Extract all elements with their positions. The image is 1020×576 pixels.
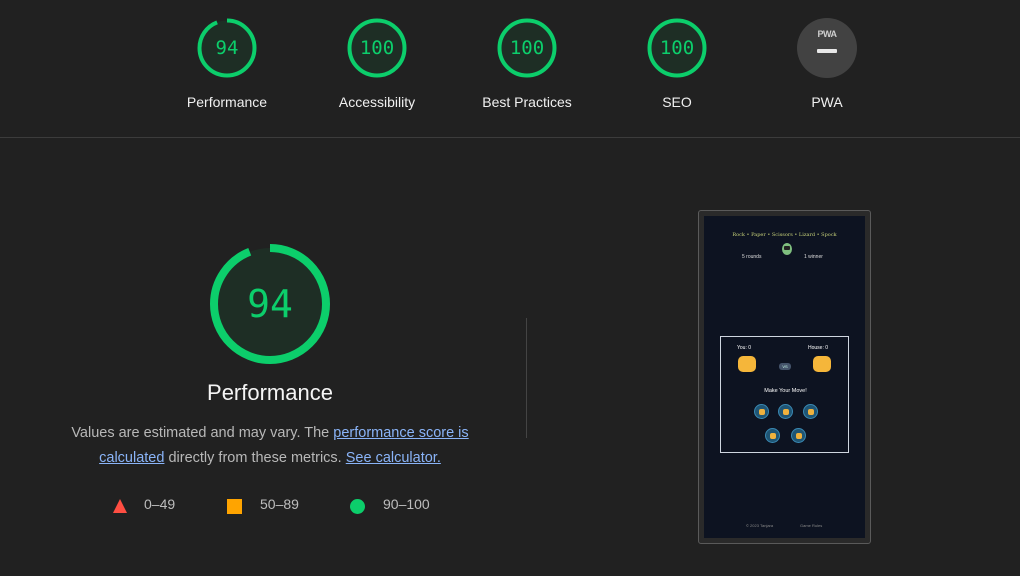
legend-range: 50–89	[260, 496, 299, 512]
scissors-icon	[803, 404, 818, 419]
lizard-icon	[765, 428, 780, 443]
desc-text: Values are estimated and may vary. The	[71, 425, 334, 441]
gauge-seo[interactable]: 100 SEO	[602, 18, 752, 110]
gauge-accessibility[interactable]: 100 Accessibility	[302, 18, 452, 110]
performance-gauge-large: 94	[209, 243, 331, 365]
gauge-label: Best Practices	[482, 94, 572, 110]
gauge-ring: 94	[197, 18, 257, 78]
score-summary-bar: 94 Performance 100 Accessibility 100 Bes…	[0, 0, 1020, 138]
gauge-ring: 100	[497, 18, 557, 78]
gauge-score: 94	[215, 37, 239, 59]
pwa-badge-icon: PWA	[797, 18, 857, 78]
thumb-winner: 1 winner	[804, 254, 823, 260]
gauge-ring: 100	[647, 18, 707, 78]
thumb-vs: VS	[779, 363, 791, 370]
thumb-you-score: You: 0	[737, 345, 751, 351]
gauge-ring: 100	[347, 18, 407, 78]
gauge-label: SEO	[662, 94, 692, 110]
divider	[526, 318, 527, 438]
gauge-label: PWA	[811, 94, 843, 110]
legend-range: 0–49	[144, 496, 176, 512]
triangle-icon	[113, 499, 127, 513]
fist-icon	[813, 356, 831, 372]
fist-icon	[738, 356, 756, 372]
gauge-label: Performance	[186, 94, 268, 110]
gauge-pwa[interactable]: PWA PWA	[752, 18, 902, 110]
avatar-icon	[782, 243, 792, 255]
thumb-rounds: 5 rounds	[742, 254, 762, 260]
gauge-label: Accessibility	[338, 94, 416, 110]
screenshot-image: Rock • Paper • Scissors • Lizard • Spock…	[704, 216, 865, 538]
desc-text: directly from these metrics.	[164, 450, 346, 466]
pwa-dash	[817, 49, 837, 53]
thumb-house-score: House: 0	[808, 345, 829, 351]
performance-score: 94	[247, 282, 293, 326]
circle-icon	[350, 499, 365, 514]
thumb-game-board: You: 0 House: 0 VS Make Your Move!	[720, 336, 849, 453]
thumb-make-move: Make Your Move!	[764, 388, 807, 394]
gauge-best-practices[interactable]: 100 Best Practices	[452, 18, 602, 110]
square-icon	[227, 499, 242, 514]
thumb-title: Rock • Paper • Scissors • Lizard • Spock	[732, 232, 837, 238]
gauge-score: 100	[359, 37, 395, 59]
paper-icon	[778, 404, 793, 419]
final-screenshot-thumbnail[interactable]: Rock • Paper • Scissors • Lizard • Spock…	[698, 210, 871, 544]
rock-icon	[754, 404, 769, 419]
pwa-badge-text: PWA	[817, 29, 837, 39]
spock-icon	[791, 428, 806, 443]
legend-range: 90–100	[383, 496, 430, 512]
gauge-score: 100	[659, 37, 695, 59]
performance-title: Performance	[207, 380, 333, 405]
gauge-score: 100	[509, 37, 545, 59]
gauge-performance[interactable]: 94 Performance	[152, 18, 302, 110]
thumb-footer-rules: Game Rules	[800, 523, 823, 528]
thumb-footer-copyright: © 2023 Tanjara	[746, 523, 774, 528]
see-calculator-link[interactable]: See calculator.	[346, 450, 441, 466]
performance-description: Values are estimated and may vary. The p…	[50, 421, 490, 471]
